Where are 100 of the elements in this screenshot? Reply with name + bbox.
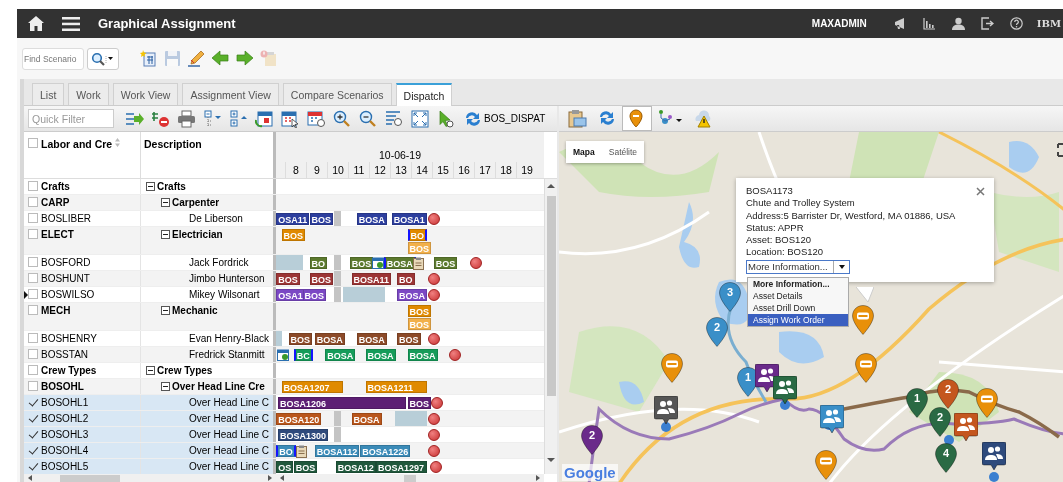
code-cell: BOSSTAN: [41, 349, 89, 360]
description-cell: Over Head Line C: [189, 429, 270, 440]
code-cell: Crafts: [41, 181, 70, 192]
scenario-name: BOS_DISPAT: [484, 113, 546, 124]
hour-label: 10: [327, 162, 348, 178]
description-cell: Evan Henry-Black: [189, 333, 270, 344]
description-cell: Over Head Line C: [189, 397, 270, 408]
dropdown-option[interactable]: More Information...: [748, 278, 848, 290]
code-cell: ELECT: [41, 229, 74, 240]
hour-label: 13: [390, 162, 411, 178]
map-provider-logo: Google: [562, 464, 618, 481]
work-order-bar[interactable]: BOSA1206: [278, 397, 406, 409]
work-order-bar[interactable]: OSA1: [276, 289, 305, 301]
work-order-bar[interactable]: BOSA1297: [376, 461, 427, 473]
map-type-button[interactable]: Satélite: [601, 141, 645, 163]
quick-filter-field[interactable]: Quick Filter: [28, 109, 114, 128]
hour-label: 8: [285, 162, 306, 178]
tab[interactable]: Compare Scenarios: [282, 83, 392, 105]
map-pin[interactable]: 2: [929, 407, 951, 437]
work-order-bar[interactable]: BOS: [309, 213, 333, 225]
work-order-bar[interactable]: BOS: [397, 333, 421, 345]
column-header[interactable]: Description: [144, 138, 202, 150]
map-pin[interactable]: 3: [719, 282, 741, 312]
code-cell: BOSOHL5: [41, 461, 89, 472]
code-cell: CARP: [41, 197, 70, 208]
work-order-bar[interactable]: BOSA: [365, 349, 396, 361]
description-cell: Over Head Line Cre: [172, 381, 265, 392]
work-order-bar[interactable]: BOSA: [397, 289, 427, 301]
tab[interactable]: Work View: [112, 83, 179, 105]
code-cell: BOSOHL1: [41, 397, 89, 408]
hour-label: 16: [453, 162, 474, 178]
tab[interactable]: Work: [68, 83, 109, 105]
work-order-bar[interactable]: BOSA: [325, 349, 356, 361]
tab[interactable]: Assignment View: [182, 83, 279, 105]
work-order-bar[interactable]: BOS: [302, 289, 326, 301]
work-order-bar[interactable]: BOSA: [314, 333, 345, 345]
description-cell: Mikey Wilsonart: [189, 289, 260, 300]
work-order-bar[interactable]: BOS: [276, 273, 300, 285]
work-order-bar[interactable]: BOS: [288, 333, 312, 345]
code-cell: BOSOHL3: [41, 429, 89, 440]
work-order-bar[interactable]: BOSA11: [351, 273, 392, 285]
code-cell: BOSWILSO: [41, 289, 95, 300]
find-scenario-field[interactable]: Find Scenario: [22, 47, 84, 70]
work-order-bar[interactable]: BO: [397, 273, 415, 285]
work-order-bar[interactable]: BOSA: [356, 333, 387, 345]
map-pin[interactable]: 2: [706, 317, 728, 347]
work-order-bar[interactable]: BOS: [309, 273, 333, 285]
hour-label: 19: [516, 162, 537, 178]
work-order-bar[interactable]: BOS: [349, 257, 374, 269]
code-cell: BOSOHL4: [41, 445, 89, 456]
work-order-bar[interactable]: BO: [276, 445, 296, 457]
user-name[interactable]: MAXADMIN: [811, 18, 867, 29]
more-information-dropdown[interactable]: More Information...: [746, 259, 850, 274]
description-cell: Over Head Line C: [189, 413, 270, 424]
work-order-bar[interactable]: BOSA112: [314, 445, 360, 457]
tab[interactable]: Dispatch: [395, 83, 453, 106]
work-order-bar[interactable]: BOS: [407, 397, 431, 409]
work-order-bar[interactable]: BOSA12: [335, 461, 376, 473]
popup-text: Status: APPR: [746, 221, 805, 235]
popup-text: Chute and Trolley System: [746, 197, 856, 210]
dropdown-option[interactable]: Asset Details: [748, 290, 848, 302]
work-order-bar[interactable]: BOS: [293, 461, 318, 473]
popup-text: Location: BOS120: [746, 246, 825, 259]
work-order-bar[interactable]: BOSA1226: [360, 445, 411, 457]
work-order-bar[interactable]: OS: [276, 461, 294, 473]
map-type-button[interactable]: Mapa: [566, 141, 602, 163]
work-order-bar[interactable]: BOS: [433, 257, 458, 269]
description-cell: Jack Fordrick: [189, 257, 249, 268]
work-order-bar[interactable]: BOSA1: [391, 213, 427, 225]
hour-label: 14: [411, 162, 432, 178]
work-order-bar[interactable]: BOSA: [407, 349, 438, 361]
tab[interactable]: List: [32, 83, 65, 105]
description-cell: Electrician: [172, 229, 223, 240]
hour-label: 12: [369, 162, 390, 178]
work-order-bar[interactable]: BOSA120: [276, 413, 322, 425]
description-cell: Jimbo Hunterson: [189, 273, 265, 284]
map-pin[interactable]: 1: [906, 388, 928, 418]
code-cell: BOSLIBER: [41, 213, 92, 224]
code-cell: MECH: [41, 305, 71, 316]
work-order-bar[interactable]: OSA11: [276, 213, 310, 225]
map-pin[interactable]: 2: [937, 379, 959, 409]
description-cell: Over Head Line C: [189, 445, 270, 456]
hour-label: 9: [306, 162, 327, 178]
popup-title: BOSA1173: [746, 185, 794, 198]
hour-label: 15: [432, 162, 453, 178]
dropdown-option[interactable]: Asset Drill Down: [748, 302, 848, 314]
map-pin[interactable]: 2: [581, 425, 603, 455]
work-order-bar[interactable]: BC: [293, 349, 313, 361]
map-pin[interactable]: 4: [935, 443, 957, 473]
work-order-bar[interactable]: BOSA1300: [278, 429, 329, 441]
description-cell: Crew Types: [157, 365, 213, 376]
hour-label: 18: [495, 162, 516, 178]
dropdown-option[interactable]: Assign Work Order: [748, 314, 848, 326]
work-order-bar[interactable]: BOSA: [351, 413, 382, 425]
description-cell: Fredrick Stanmitt: [189, 349, 265, 360]
ibm-logo: IBM: [1036, 18, 1061, 29]
work-order-bar[interactable]: BOSA: [356, 213, 387, 225]
work-order-bar[interactable]: BO: [309, 257, 327, 269]
column-header[interactable]: Labor and Cre: [41, 138, 113, 150]
timeline-date: 10-06-19: [378, 149, 422, 162]
